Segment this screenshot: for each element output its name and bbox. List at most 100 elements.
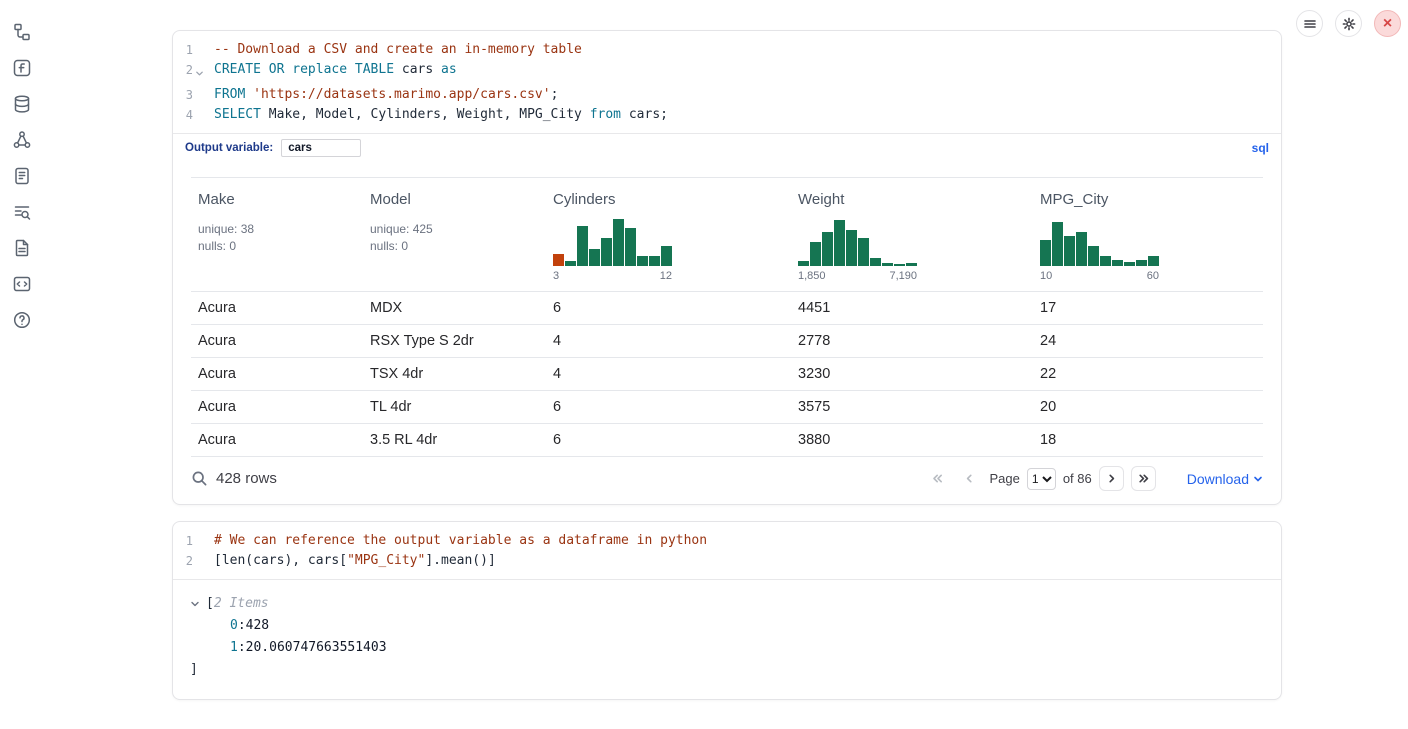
histogram-bar[interactable]: [846, 230, 857, 266]
histogram-bar[interactable]: [1112, 260, 1123, 266]
snippets-icon[interactable]: [11, 273, 33, 295]
table-cell[interactable]: 2778: [791, 325, 1033, 358]
column-histogram[interactable]: 312: [553, 218, 783, 282]
line-number: 1: [173, 531, 193, 551]
histogram-bar[interactable]: [1064, 236, 1075, 266]
last-page-icon[interactable]: [1131, 466, 1156, 491]
table-cell[interactable]: 3230: [791, 358, 1033, 391]
table-cell[interactable]: Acura: [191, 292, 363, 325]
histogram-bar[interactable]: [1100, 256, 1111, 266]
database-icon[interactable]: [11, 93, 33, 115]
column-header[interactable]: Cylinders312: [546, 178, 791, 292]
histogram-bar[interactable]: [882, 263, 893, 266]
histogram-bar[interactable]: [822, 232, 833, 266]
table-cell[interactable]: MDX: [363, 292, 546, 325]
column-header[interactable]: MPG_City1060: [1033, 178, 1263, 292]
histogram-bar[interactable]: [565, 261, 576, 266]
histogram-bar[interactable]: [625, 228, 636, 266]
table-cell[interactable]: 4451: [791, 292, 1033, 325]
table-cell[interactable]: 3.5 RL 4dr: [363, 424, 546, 457]
histogram-bar[interactable]: [810, 242, 821, 266]
histogram-bar[interactable]: [1148, 256, 1159, 266]
histogram-bar[interactable]: [1052, 222, 1063, 266]
histogram-bar[interactable]: [1088, 246, 1099, 266]
language-badge[interactable]: sql: [1252, 141, 1269, 155]
file-tree-icon[interactable]: [11, 21, 33, 43]
code-line[interactable]: 4SELECT Make, Model, Cylinders, Weight, …: [173, 105, 1281, 125]
table-cell[interactable]: Acura: [191, 358, 363, 391]
table-cell[interactable]: 6: [546, 424, 791, 457]
collapse-chevron-icon[interactable]: [190, 599, 202, 609]
histogram-bar[interactable]: [834, 220, 845, 266]
table-cell[interactable]: Acura: [191, 325, 363, 358]
table-cell[interactable]: 3880: [791, 424, 1033, 457]
scratchpad-function-icon[interactable]: [11, 57, 33, 79]
settings-gear-icon[interactable]: [1335, 10, 1362, 37]
table-row[interactable]: AcuraRSX Type S 2dr4277824: [191, 325, 1263, 358]
table-cell[interactable]: 4: [546, 358, 791, 391]
document-icon[interactable]: [11, 237, 33, 259]
histogram-bar[interactable]: [870, 258, 881, 266]
table-row[interactable]: AcuraMDX6445117: [191, 292, 1263, 325]
histogram-bar[interactable]: [1040, 240, 1051, 266]
prev-page-icon[interactable]: [957, 466, 982, 491]
histogram-bar[interactable]: [906, 263, 917, 266]
outline-search-icon[interactable]: [11, 201, 33, 223]
table-cell[interactable]: 18: [1033, 424, 1263, 457]
menu-icon[interactable]: [1296, 10, 1323, 37]
histogram-bar[interactable]: [1076, 232, 1087, 266]
histogram-bar[interactable]: [553, 254, 564, 266]
notebook-icon[interactable]: [11, 165, 33, 187]
dependency-graph-icon[interactable]: [11, 129, 33, 151]
sql-code-editor[interactable]: 1-- Download a CSV and create an in-memo…: [173, 31, 1281, 133]
help-icon[interactable]: [11, 309, 33, 331]
histogram-bar[interactable]: [637, 256, 648, 266]
code-line[interactable]: 1-- Download a CSV and create an in-memo…: [173, 40, 1281, 60]
table-row[interactable]: AcuraTL 4dr6357520: [191, 391, 1263, 424]
histogram-bar[interactable]: [589, 249, 600, 266]
code-line[interactable]: 1# We can reference the output variable …: [173, 531, 1281, 551]
histogram-bar[interactable]: [661, 246, 672, 266]
table-cell[interactable]: 3575: [791, 391, 1033, 424]
table-cell[interactable]: 6: [546, 391, 791, 424]
histogram-bar[interactable]: [1136, 260, 1147, 266]
histogram-bar[interactable]: [649, 256, 660, 266]
code-line[interactable]: 2CREATE OR replace TABLE cars as: [173, 60, 1281, 85]
table-cell[interactable]: 22: [1033, 358, 1263, 391]
next-page-icon[interactable]: [1099, 466, 1124, 491]
page-select[interactable]: 1: [1027, 468, 1056, 490]
histogram-bar[interactable]: [577, 226, 588, 266]
table-cell[interactable]: Acura: [191, 424, 363, 457]
python-code-editor[interactable]: 1# We can reference the output variable …: [173, 522, 1281, 579]
column-histogram[interactable]: 1060: [1040, 218, 1255, 282]
output-variable-input[interactable]: [281, 139, 361, 157]
table-cell[interactable]: 4: [546, 325, 791, 358]
table-cell[interactable]: TSX 4dr: [363, 358, 546, 391]
histogram-bar[interactable]: [858, 238, 869, 266]
table-cell[interactable]: TL 4dr: [363, 391, 546, 424]
download-button[interactable]: Download: [1187, 471, 1263, 487]
histogram-bar[interactable]: [1124, 262, 1135, 266]
table-cell[interactable]: Acura: [191, 391, 363, 424]
histogram-bar[interactable]: [894, 264, 905, 266]
fold-chevron-icon[interactable]: [193, 60, 205, 85]
code-line[interactable]: 3FROM 'https://datasets.marimo.app/cars.…: [173, 85, 1281, 105]
histogram-bar[interactable]: [798, 261, 809, 266]
table-row[interactable]: Acura3.5 RL 4dr6388018: [191, 424, 1263, 457]
code-line[interactable]: 2[len(cars), cars["MPG_City"].mean()]: [173, 551, 1281, 571]
table-cell[interactable]: 6: [546, 292, 791, 325]
table-cell[interactable]: 24: [1033, 325, 1263, 358]
table-row[interactable]: AcuraTSX 4dr4323022: [191, 358, 1263, 391]
column-header[interactable]: Makeunique: 38nulls: 0: [191, 178, 363, 292]
table-cell[interactable]: 17: [1033, 292, 1263, 325]
column-histogram[interactable]: 1,8507,190: [798, 218, 1025, 282]
column-header[interactable]: Weight1,8507,190: [791, 178, 1033, 292]
close-icon[interactable]: ×: [1374, 10, 1401, 37]
column-header[interactable]: Modelunique: 425nulls: 0: [363, 178, 546, 292]
search-icon[interactable]: [191, 470, 208, 487]
histogram-bar[interactable]: [613, 219, 624, 266]
first-page-icon[interactable]: [925, 466, 950, 491]
table-cell[interactable]: 20: [1033, 391, 1263, 424]
table-cell[interactable]: RSX Type S 2dr: [363, 325, 546, 358]
histogram-bar[interactable]: [601, 238, 612, 266]
